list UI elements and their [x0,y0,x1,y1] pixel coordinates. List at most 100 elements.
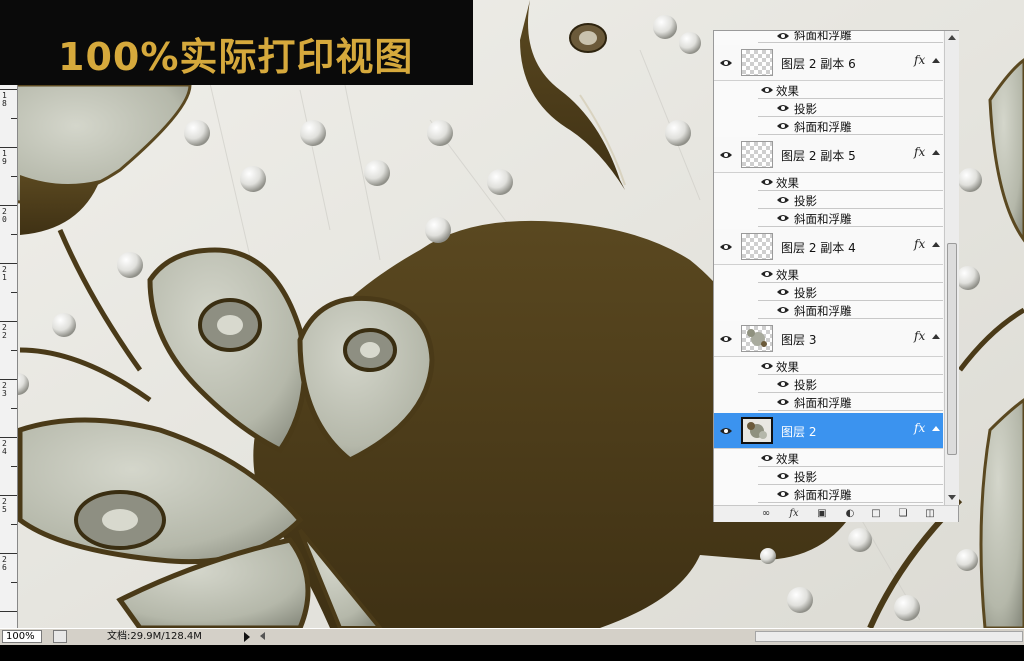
ruler-label: 21 [2,265,7,282]
scroll-left-icon[interactable] [260,632,265,640]
expand-caret-icon[interactable] [932,58,940,63]
zoom-field[interactable]: 100% [2,630,42,643]
layer-effects-group[interactable]: 效果 [714,357,943,375]
zoom-menu-icon[interactable] [53,630,67,643]
effect-label: 投影 [794,194,817,208]
layer-name: 图层 2 副本 5 [781,149,856,163]
layer-effect-row[interactable]: 斜面和浮雕 [714,117,943,135]
eye-icon[interactable] [776,471,790,481]
status-bar: 100% 文档:29.9M/128.4M [0,628,1024,645]
fx-icon[interactable]: fx [914,329,925,343]
fx-icon[interactable]: fx [787,508,801,520]
ruler-tick [0,147,17,148]
eye-icon[interactable] [776,305,790,315]
document-size-info: 文档:29.9M/128.4M [107,631,202,642]
eye-icon[interactable] [719,426,733,436]
ruler-tick [11,118,17,119]
scroll-down-icon[interactable] [948,495,956,500]
trash-icon[interactable]: ◫ [923,508,937,520]
layer-row-selected[interactable]: 图层 2 fx [714,413,943,449]
layer-effects-group[interactable]: 效果 [714,173,943,191]
layer-effects-group[interactable]: 效果 [714,81,943,99]
layer-thumbnail [741,325,773,352]
ruler-tick [11,582,17,583]
fx-icon[interactable]: fx [914,237,925,251]
eye-icon[interactable] [776,489,790,499]
ruler-label: 26 [2,555,7,572]
eye-icon[interactable] [760,453,774,463]
layer-effect-row[interactable]: 投影 [714,283,943,301]
eye-icon[interactable] [719,334,733,344]
eye-icon[interactable] [760,269,774,279]
layer-row[interactable]: 图层 3 fx [714,321,943,357]
expand-caret-icon[interactable] [932,426,940,431]
layers-panel-footer: ∞ fx ▣ ◐ □ ❏ ◫ [714,505,958,522]
fx-icon[interactable]: fx [914,53,925,67]
status-menu-arrow-icon[interactable] [244,632,250,642]
eye-icon[interactable] [719,242,733,252]
horizontal-scrollbar[interactable] [755,631,1023,642]
fx-icon[interactable]: fx [914,145,925,159]
adjustment-icon[interactable]: ◐ [843,508,857,520]
expand-caret-icon[interactable] [932,242,940,247]
eye-icon[interactable] [776,379,790,389]
divider [758,134,943,135]
layer-effect-row[interactable]: 斜面和浮雕 [714,393,943,411]
layer-effect-row[interactable]: 斜面和浮雕 [714,485,943,503]
layer-row[interactable]: 图层 2 副本 4 fx [714,229,943,265]
ruler-tick [11,466,17,467]
folder-icon[interactable]: □ [869,508,883,520]
layer-effects-group[interactable]: 效果 [714,265,943,283]
eye-icon[interactable] [776,287,790,297]
vertical-ruler[interactable]: 18 19 20 21 22 23 24 25 26 [0,85,18,628]
layer-effect-row[interactable]: 投影 [714,467,943,485]
link-icon[interactable]: ∞ [759,508,773,520]
eye-icon[interactable] [719,150,733,160]
layer-effect-row[interactable]: 投影 [714,191,943,209]
fx-icon[interactable]: fx [914,421,925,435]
layer-effect-row[interactable]: 投影 [714,99,943,117]
expand-caret-icon[interactable] [932,150,940,155]
new-layer-icon[interactable]: ❏ [896,508,910,520]
eye-icon[interactable] [760,177,774,187]
layer-effect-row[interactable]: 斜面和浮雕 [714,301,943,319]
eye-icon[interactable] [719,58,733,68]
layer-effect-row[interactable]: 斜面和浮雕 [714,31,943,43]
ruler-tick [0,437,17,438]
divider [758,502,943,503]
ruler-label: 24 [2,439,7,456]
ruler-tick [0,495,17,496]
ruler-label: 19 [2,149,7,166]
eye-icon[interactable] [776,397,790,407]
ruler-tick [0,89,17,90]
effects-label: 效果 [776,452,799,466]
ruler-tick [0,611,17,612]
ruler-label: 25 [2,497,7,514]
eye-icon[interactable] [776,121,790,131]
eye-icon[interactable] [776,195,790,205]
layer-effect-row[interactable]: 投影 [714,375,943,393]
eye-icon[interactable] [760,361,774,371]
eye-icon[interactable] [776,213,790,223]
ruler-label: 22 [2,323,7,340]
ruler-tick [0,321,17,322]
ruler-tick [11,176,17,177]
ruler-tick [0,205,17,206]
eye-icon[interactable] [776,103,790,113]
mask-icon[interactable]: ▣ [815,508,829,520]
layer-row[interactable]: 图层 2 副本 5 fx [714,137,943,173]
layer-effects-group[interactable]: 效果 [714,449,943,467]
layer-row[interactable]: 图层 2 副本 6 fx [714,45,943,81]
print-view-banner: 100%实际打印视图 [0,0,473,85]
expand-caret-icon[interactable] [932,334,940,339]
eye-icon[interactable] [760,85,774,95]
layer-list[interactable]: 斜面和浮雕 图层 2 副本 6 fx 效果 投影 斜面和浮雕 图层 2 副本 5… [714,31,943,505]
layer-name: 图层 2 副本 4 [781,241,856,255]
layer-effect-row[interactable]: 斜面和浮雕 [714,209,943,227]
ruler-tick [0,263,17,264]
eye-icon[interactable] [776,31,790,41]
scroll-up-icon[interactable] [948,35,956,40]
canvas-viewport[interactable]: 100%实际打印视图 18 19 20 21 22 23 24 25 26 斜面… [0,0,1024,628]
scroll-thumb[interactable] [947,243,957,455]
layers-scrollbar[interactable] [944,31,959,505]
